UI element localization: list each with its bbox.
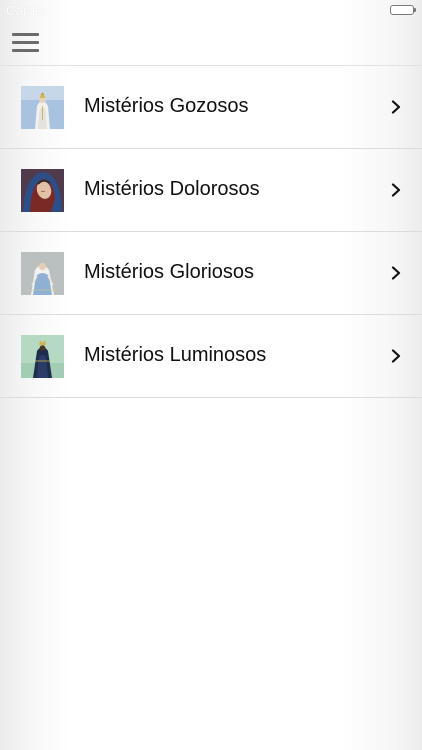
list-item-misterios-luminosos[interactable]: Mistérios Luminosos (0, 315, 422, 398)
list-item-misterios-gloriosos[interactable]: Mistérios Gloriosos (0, 232, 422, 315)
list-item-label: Mistérios Gozosos (84, 95, 249, 117)
list-item-label: Mistérios Dolorosos (84, 178, 260, 200)
sorrowful-virgin-image (21, 169, 64, 212)
status-bar: Carrier (0, 0, 422, 20)
miraculous-virgin-image (21, 252, 64, 295)
list-item-misterios-gozosos[interactable]: Mistérios Gozosos (0, 66, 422, 149)
battery-icon (390, 5, 416, 15)
list-item-misterios-dolorosos[interactable]: Mistérios Dolorosos (0, 149, 422, 232)
carrier-label: Carrier (6, 3, 48, 18)
hamburger-menu-icon[interactable] (12, 33, 39, 54)
list-item-label: Mistérios Gloriosos (84, 261, 255, 283)
mysteries-list: Mistérios Gozosos Mistérios Dolorosos Mi… (0, 65, 422, 398)
chevron-right-icon (391, 349, 401, 363)
our-lady-of-fatima-image (21, 86, 64, 129)
list-item-label: Mistérios Luminosos (84, 344, 267, 366)
our-lady-aparecida-image (21, 335, 64, 378)
chevron-right-icon (391, 100, 401, 114)
chevron-right-icon (391, 183, 401, 197)
chevron-right-icon (391, 266, 401, 280)
navigation-bar (0, 20, 422, 65)
